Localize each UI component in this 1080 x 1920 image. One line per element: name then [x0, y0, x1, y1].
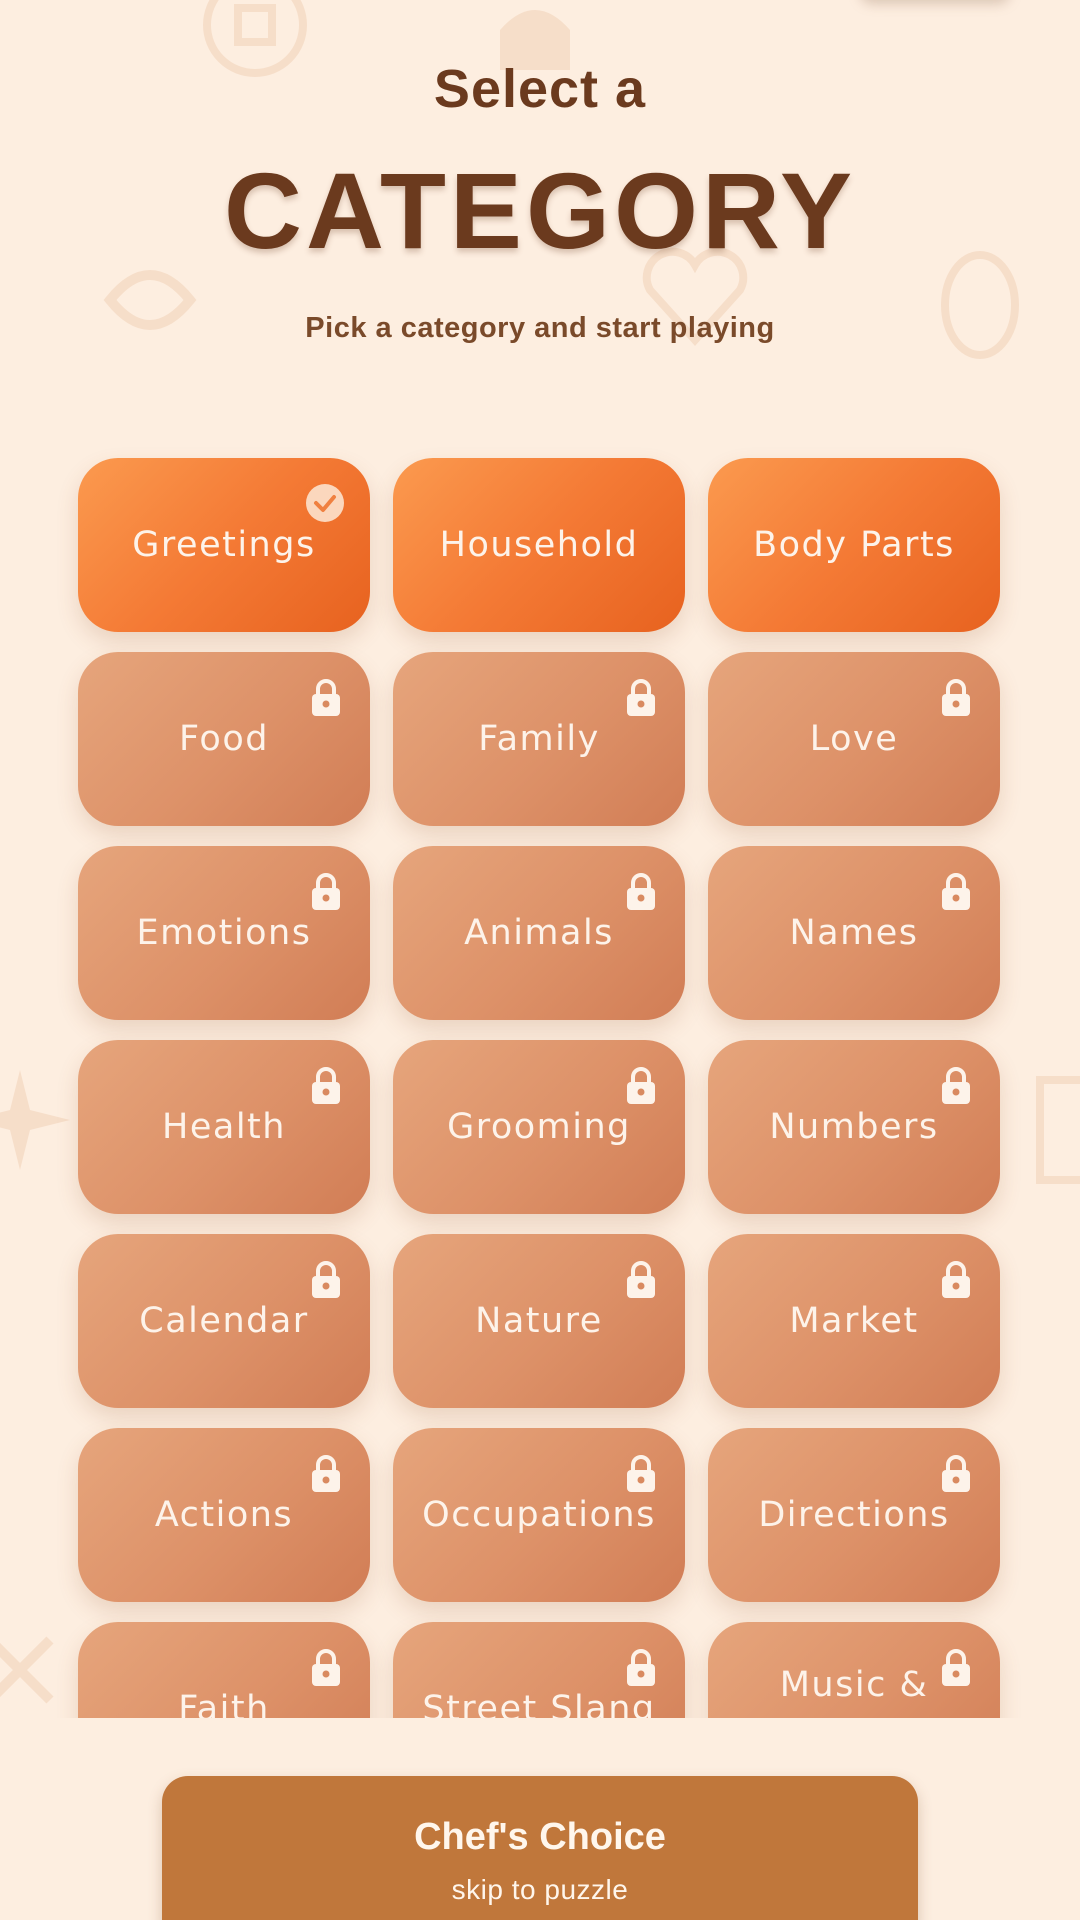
category-grid: Greetings Household Body Parts Food Family Lo… — [78, 458, 1000, 1718]
category-tile-faith[interactable]: Faith — [78, 1622, 370, 1718]
lock-icon — [940, 1454, 972, 1492]
category-label: Emotions — [136, 913, 312, 953]
category-label: Grooming — [447, 1107, 631, 1147]
lock-icon — [310, 1648, 342, 1686]
category-grid-scroll[interactable]: Greetings Household Body Parts Food Family Lo… — [0, 432, 1080, 1718]
category-label: Nature — [475, 1301, 603, 1341]
page-title: CATEGORY — [223, 150, 856, 271]
lock-icon — [310, 872, 342, 910]
category-label: Street Slang — [422, 1689, 656, 1718]
category-label: Names — [789, 913, 919, 953]
category-tile-health[interactable]: Health — [78, 1040, 370, 1214]
category-tile-names[interactable]: Names — [708, 846, 1000, 1020]
lock-icon — [310, 1066, 342, 1104]
lock-icon — [310, 1454, 342, 1492]
category-tile-calendar[interactable]: Calendar — [78, 1234, 370, 1408]
category-tile-street-slang[interactable]: Street Slang — [393, 1622, 685, 1718]
category-tile-numbers[interactable]: Numbers — [708, 1040, 1000, 1214]
check-icon — [306, 484, 344, 522]
category-label: Love — [809, 719, 899, 759]
category-label: Numbers — [769, 1107, 939, 1147]
category-tile-food[interactable]: Food — [78, 652, 370, 826]
category-label: Greetings — [132, 525, 316, 565]
pre-title: Select a — [433, 59, 647, 119]
category-label: Music & — [779, 1665, 929, 1705]
lock-icon — [625, 872, 657, 910]
category-label: Food — [179, 719, 269, 759]
category-label: Animals — [464, 913, 614, 953]
chefs-choice-title: Chef's Choice — [414, 1816, 666, 1858]
category-label: Market — [789, 1301, 919, 1341]
category-tile-family[interactable]: Family — [393, 652, 685, 826]
category-tile-greetings[interactable]: Greetings — [78, 458, 370, 632]
lock-icon — [310, 1260, 342, 1298]
lock-icon — [625, 1454, 657, 1492]
category-label: Household — [439, 525, 639, 565]
category-tile-directions[interactable]: Directions — [708, 1428, 1000, 1602]
chefs-choice-button[interactable]: Chef's Choice skip to puzzle — [162, 1776, 918, 1920]
page-subtitle: Pick a category and start playing — [305, 312, 775, 344]
lock-icon — [310, 678, 342, 716]
top-shadow — [860, 0, 1010, 4]
category-label: Calendar — [139, 1301, 309, 1341]
chefs-choice-subtitle: skip to puzzle — [451, 1874, 629, 1905]
category-label: Body Parts — [753, 525, 955, 565]
category-tile-actions[interactable]: Actions — [78, 1428, 370, 1602]
category-tile-household[interactable]: Household — [393, 458, 685, 632]
lock-icon — [940, 872, 972, 910]
lock-icon — [625, 1648, 657, 1686]
category-tile-nature[interactable]: Nature — [393, 1234, 685, 1408]
category-tile-animals[interactable]: Animals — [393, 846, 685, 1020]
category-label: Directions — [758, 1495, 950, 1535]
category-label: Health — [162, 1107, 286, 1147]
lock-icon — [625, 1260, 657, 1298]
category-label: Actions — [154, 1495, 294, 1535]
lock-icon — [940, 678, 972, 716]
category-tile-love[interactable]: Love — [708, 652, 1000, 826]
category-label: Occupations — [422, 1495, 656, 1535]
lock-icon — [940, 1260, 972, 1298]
category-label: Faith — [178, 1689, 270, 1718]
category-tile-emotions[interactable]: Emotions — [78, 846, 370, 1020]
category-label: Family — [478, 719, 600, 759]
category-tile-occupations[interactable]: Occupations — [393, 1428, 685, 1602]
lock-icon — [940, 1648, 972, 1686]
lock-icon — [625, 1066, 657, 1104]
category-tile-body-parts[interactable]: Body Parts — [708, 458, 1000, 632]
category-tile-music[interactable]: Music & — [708, 1622, 1000, 1718]
category-tile-market[interactable]: Market — [708, 1234, 1000, 1408]
lock-icon — [940, 1066, 972, 1104]
lock-icon — [625, 678, 657, 716]
category-tile-grooming[interactable]: Grooming — [393, 1040, 685, 1214]
